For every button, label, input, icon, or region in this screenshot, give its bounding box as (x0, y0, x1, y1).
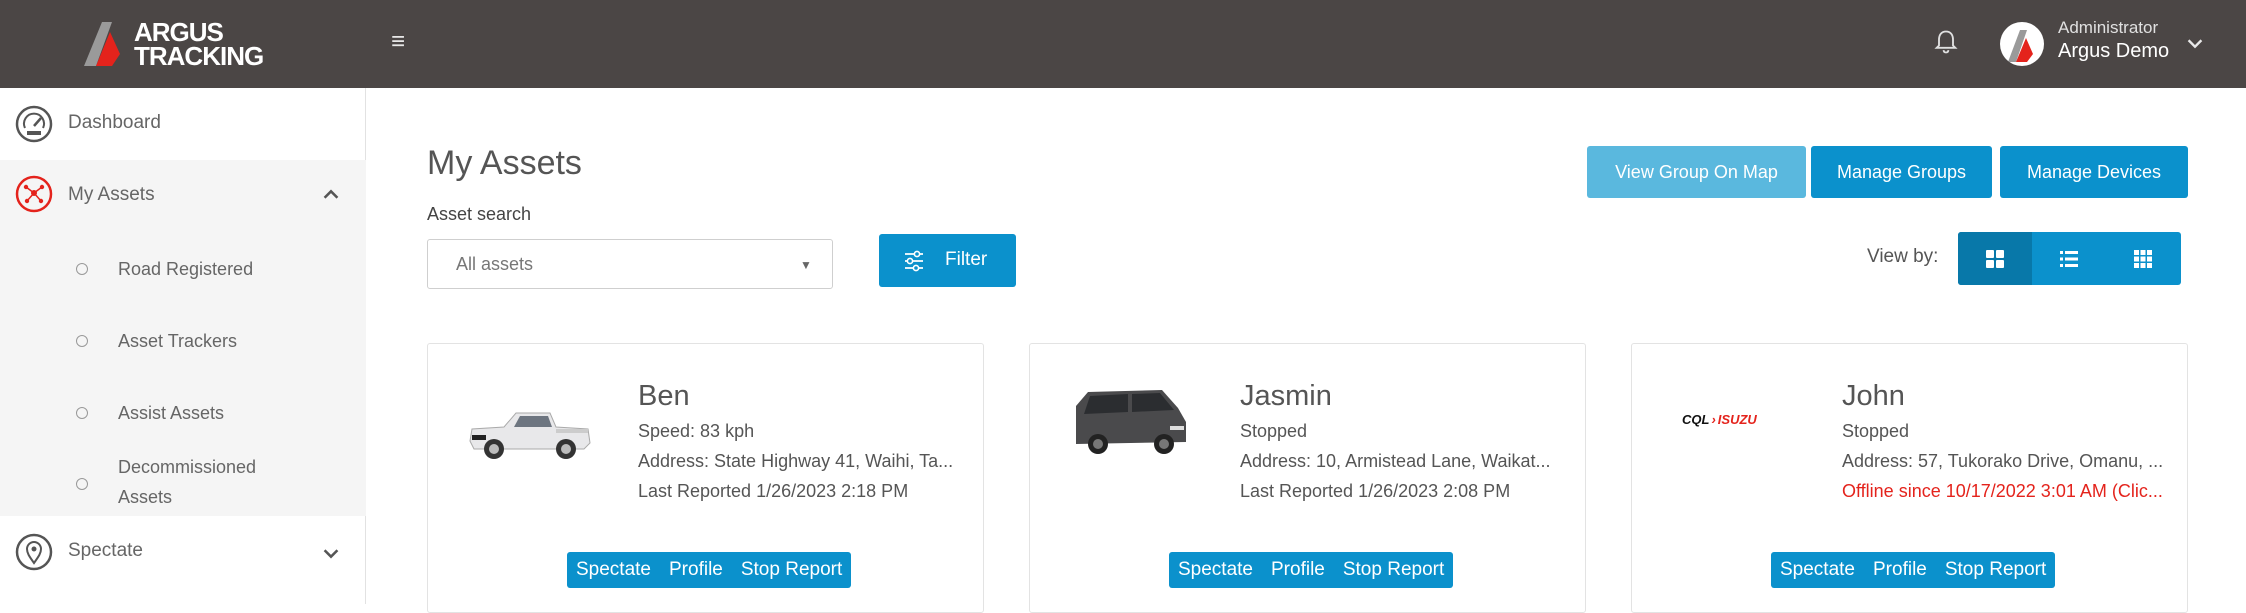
stop-report-button[interactable]: Stop Report (1334, 552, 1453, 588)
sidebar-subitem-road-registered[interactable]: Road Registered (0, 232, 366, 304)
spectate-button[interactable]: Spectate (567, 552, 660, 588)
network-icon (15, 175, 53, 213)
asset-last-reported: Last Reported 1/26/2023 2:18 PM (638, 481, 909, 501)
view-by-toggle (1958, 232, 2181, 285)
top-bar: ARGUS TRACKING ≡ Administrator Argus Dem… (0, 0, 2246, 88)
sidebar-subitem-label: Decommissioned Assets (118, 457, 257, 507)
asset-name[interactable]: John (1842, 380, 1905, 413)
asset-search-label: Asset search (427, 204, 532, 224)
sidebar-item-spectate[interactable]: Spectate (0, 516, 366, 588)
spectate-button[interactable]: Spectate (1169, 552, 1262, 588)
manage-devices-button[interactable]: Manage Devices (2000, 146, 2188, 198)
asset-card-actions: Spectate Profile Stop Report (567, 552, 852, 588)
stop-report-button[interactable]: Stop Report (1936, 552, 2055, 588)
view-grid-large-button[interactable] (1958, 232, 2032, 285)
asset-card-actions: Spectate Profile Stop Report (1169, 552, 1454, 588)
asset-address: Address: State Highway 41, Waihi, Ta... (638, 451, 954, 471)
asset-name[interactable]: Jasmin (1240, 380, 1332, 413)
user-name[interactable]: Argus Demo (2058, 40, 2169, 63)
chevron-down-icon[interactable] (320, 542, 342, 564)
pickup-truck-image (469, 412, 591, 459)
sliders-icon (905, 250, 923, 272)
sidebar-item-my-assets[interactable]: My Assets (0, 160, 366, 232)
profile-button[interactable]: Profile (1864, 552, 1936, 588)
list-icon (2060, 251, 2078, 267)
view-group-on-map-button[interactable]: View Group On Map (1587, 146, 1806, 198)
asset-card-ben[interactable]: Ben Speed: 83 kph Address: State Highway… (427, 343, 984, 613)
asset-search-select[interactable]: All assets ▼ (427, 239, 833, 289)
van-image (1076, 390, 1186, 454)
sidebar-subitem-label: Road Registered (118, 259, 254, 279)
speedometer-icon (15, 105, 53, 143)
bullet-icon (76, 478, 88, 490)
bullet-icon (76, 335, 88, 347)
sidebar-item-label: Spectate (68, 540, 143, 561)
sidebar-subitem-decommissioned-assets[interactable]: Decommissioned Assets (0, 448, 366, 516)
my-assets-submenu: My Assets Road Registered Asset Trackers… (0, 160, 366, 516)
profile-button[interactable]: Profile (1262, 552, 1334, 588)
asset-card-actions: Spectate Profile Stop Report (1771, 552, 2056, 588)
asset-last-reported: Last Reported 1/26/2023 2:08 PM (1240, 481, 1511, 501)
profile-button[interactable]: Profile (660, 552, 732, 588)
view-grid-small-button[interactable] (2106, 232, 2180, 285)
asset-address: Address: 57, Tukorako Drive, Omanu, ... (1842, 451, 2164, 471)
page-title: My Assets (427, 144, 582, 182)
chevron-down-icon[interactable] (2184, 32, 2206, 54)
asset-offline-link[interactable]: Offline since 10/17/2022 3:01 AM (Clic..… (1842, 481, 2172, 502)
sidebar-item-label: Dashboard (68, 112, 161, 133)
sidebar-subitem-label: Assist Assets (118, 403, 225, 423)
avatar[interactable] (2000, 22, 2044, 66)
hamburger-menu-icon[interactable]: ≡ (386, 30, 410, 54)
chevron-up-icon[interactable] (320, 184, 342, 206)
asset-status: Stopped (1842, 421, 1910, 441)
bullet-icon (76, 263, 88, 275)
sidebar: Dashboard My Assets Road Registered Asse… (0, 88, 366, 604)
stop-report-button[interactable]: Stop Report (732, 552, 851, 588)
asset-search-value: All assets (456, 254, 534, 274)
argus-logo-mark-icon (84, 22, 120, 66)
asset-address: Address: 10, Armistead Lane, Waikat... (1240, 451, 1551, 471)
bullet-icon (76, 407, 88, 419)
sidebar-subitem-assist-assets[interactable]: Assist Assets (0, 376, 366, 448)
filter-button[interactable]: Filter (879, 234, 1016, 287)
view-list-button[interactable] (2032, 232, 2106, 285)
filter-button-label: Filter (945, 249, 988, 270)
logo-text: ARGUS TRACKING (134, 17, 264, 71)
asset-name[interactable]: Ben (638, 380, 690, 413)
asset-status: Speed: 83 kph (638, 421, 755, 441)
manage-groups-button[interactable]: Manage Groups (1811, 146, 1992, 198)
asset-card-jasmin[interactable]: Jasmin Stopped Address: 10, Armistead La… (1029, 343, 1586, 613)
sidebar-item-label: My Assets (68, 184, 155, 205)
view-by-label: View by: (1867, 246, 1939, 267)
sidebar-subitem-label: Asset Trackers (118, 331, 238, 351)
map-pin-icon (15, 533, 53, 571)
caret-down-icon: ▼ (800, 258, 812, 272)
cql-isuzu-logo: CQL › ISUZU (1682, 412, 1757, 427)
argus-tracking-logo[interactable]: ARGUS TRACKING (82, 18, 282, 70)
sidebar-subitem-asset-trackers[interactable]: Asset Trackers (0, 304, 366, 376)
asset-card-john[interactable]: CQL › ISUZU John Stopped Address: 57, Tuko… (1631, 343, 2188, 613)
spectate-button[interactable]: Spectate (1771, 552, 1864, 588)
grid-small-icon (2134, 250, 2152, 268)
bell-icon[interactable] (1932, 28, 1960, 56)
asset-status: Stopped (1240, 421, 1308, 441)
argus-avatar-icon (2008, 30, 2033, 62)
user-role: Administrator (2058, 18, 2159, 37)
sidebar-item-dashboard[interactable]: Dashboard (0, 88, 366, 160)
grid-large-icon (1986, 250, 2004, 268)
